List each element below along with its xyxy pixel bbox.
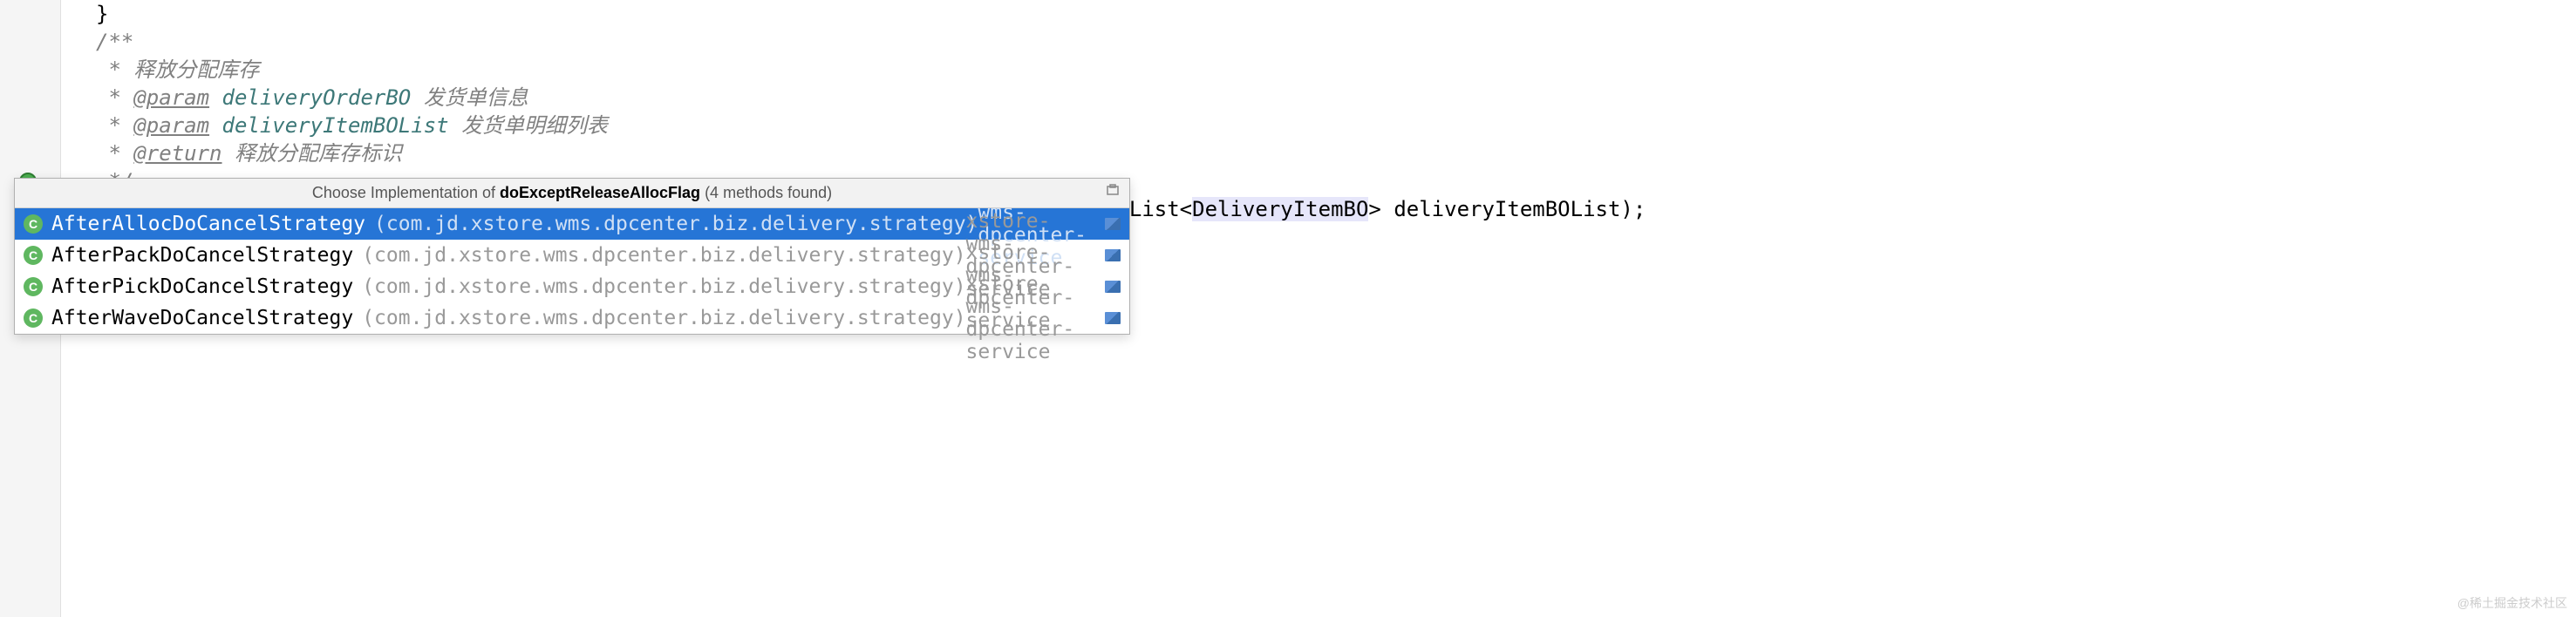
package-label: (com.jd.xstore.wms.dpcenter.biz.delivery…	[374, 213, 978, 235]
code-line: * @param deliveryItemBOList 发货单明细列表	[61, 112, 2576, 139]
module-icon	[1105, 312, 1121, 324]
popup-title-prefix: Choose Implementation of	[312, 184, 500, 201]
module-icon	[1105, 218, 1121, 230]
code-line: /**	[61, 28, 2576, 56]
code-line: }	[61, 0, 2576, 28]
package-label: (com.jd.xstore.wms.dpcenter.biz.delivery…	[362, 275, 965, 298]
class-icon: C	[24, 308, 43, 328]
implementation-list: C AfterAllocDoCancelStrategy (com.jd.xst…	[15, 208, 1129, 334]
code-line: * @return 释放分配库存标识	[61, 139, 2576, 167]
implementation-item[interactable]: C AfterWaveDoCancelStrategy (com.jd.xsto…	[15, 302, 1129, 334]
implementation-chooser-popup: Choose Implementation of doExceptRelease…	[14, 178, 1130, 335]
popup-title-bar: Choose Implementation of doExceptRelease…	[15, 179, 1129, 208]
module-label: xstore-wms-dpcenter-service	[966, 273, 1098, 363]
code-line: * @param deliveryOrderBO 发货单信息	[61, 84, 2576, 112]
class-name-label: AfterPackDoCancelStrategy	[51, 244, 353, 267]
popup-title-suffix: (4 methods found)	[700, 184, 832, 201]
code-line: * 释放分配库存	[61, 56, 2576, 84]
module-icon	[1105, 281, 1121, 293]
watermark: @稀土掘金技术社区	[2457, 594, 2567, 612]
class-name-label: AfterWaveDoCancelStrategy	[51, 307, 353, 329]
module-icon	[1105, 249, 1121, 261]
implementation-item[interactable]: C AfterPickDoCancelStrategy (com.jd.xsto…	[15, 271, 1129, 302]
popup-title-method: doExceptReleaseAllocFlag	[500, 184, 700, 201]
class-name-label: AfterPickDoCancelStrategy	[51, 275, 353, 298]
class-name-label: AfterAllocDoCancelStrategy	[51, 213, 365, 235]
package-label: (com.jd.xstore.wms.dpcenter.biz.delivery…	[362, 244, 965, 267]
class-icon: C	[24, 246, 43, 265]
package-label: (com.jd.xstore.wms.dpcenter.biz.delivery…	[362, 307, 965, 329]
implementation-item[interactable]: C AfterPackDoCancelStrategy (com.jd.xsto…	[15, 240, 1129, 271]
pin-icon[interactable]	[1105, 184, 1121, 200]
class-icon: C	[24, 277, 43, 296]
class-icon: C	[24, 214, 43, 234]
implementation-item[interactable]: C AfterAllocDoCancelStrategy (com.jd.xst…	[15, 208, 1129, 240]
